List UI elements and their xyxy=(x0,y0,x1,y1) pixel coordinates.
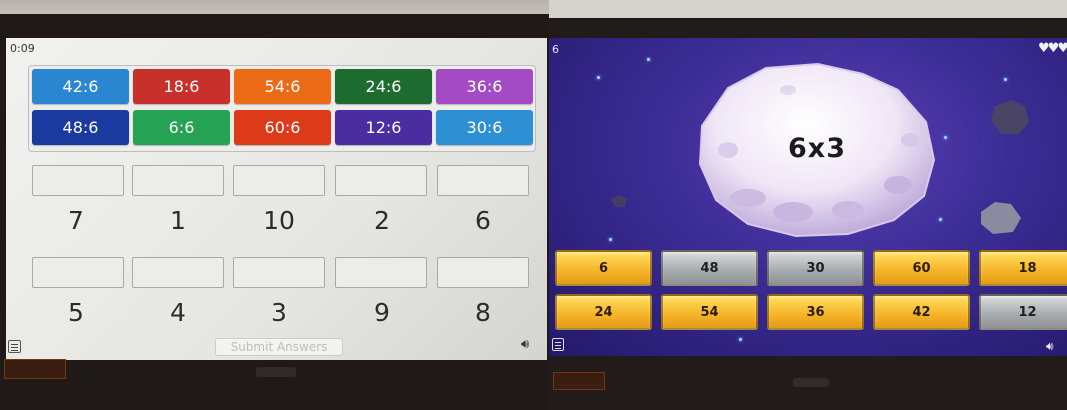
answer-number: 4 xyxy=(170,298,186,327)
photo-collage: 0:09 42:6 18:6 54:6 24:6 36:6 48:6 6:6 6… xyxy=(0,0,1067,410)
drop-slot[interactable] xyxy=(32,257,124,288)
answer-tile[interactable]: 42 xyxy=(873,294,970,330)
drop-slot[interactable] xyxy=(32,165,124,196)
drop-slot[interactable] xyxy=(437,165,529,196)
rock xyxy=(611,195,627,207)
left-laptop: 0:09 42:6 18:6 54:6 24:6 36:6 48:6 6:6 6… xyxy=(0,14,549,410)
card[interactable]: 48:6 xyxy=(32,110,129,145)
answer-tile[interactable]: 6 xyxy=(555,250,652,286)
star xyxy=(597,76,600,79)
rock xyxy=(981,202,1021,234)
drop-slot[interactable] xyxy=(132,165,224,196)
answer-number: 10 xyxy=(263,206,295,235)
laptop-logo xyxy=(793,378,829,387)
speaker-icon[interactable]: 🔊︎ xyxy=(1046,339,1054,354)
answer-tile[interactable]: 18 xyxy=(979,250,1067,286)
answer-tile[interactable]: 54 xyxy=(661,294,758,330)
right-laptop: 6 ♥♥♥ 6x3 6 48 30 60 18 24 54 36 42 12 🔊… xyxy=(549,0,1067,410)
rock xyxy=(991,100,1029,134)
background-wall xyxy=(549,0,1067,18)
card[interactable]: 30:6 xyxy=(436,110,533,145)
card[interactable]: 54:6 xyxy=(234,69,331,104)
lives-hearts-icon: ♥♥♥ xyxy=(1038,41,1067,56)
space-game-screen: 6 ♥♥♥ 6x3 6 48 30 60 18 24 54 36 42 12 🔊… xyxy=(549,38,1067,356)
laptop-logo xyxy=(256,367,296,377)
submit-answers-button[interactable]: Submit Answers xyxy=(215,338,343,356)
timer: 0:09 xyxy=(10,42,35,55)
drop-slot[interactable] xyxy=(335,165,427,196)
speaker-icon[interactable]: 🔊︎ xyxy=(521,337,529,352)
answer-number: 2 xyxy=(374,206,390,235)
card[interactable]: 6:6 xyxy=(133,110,230,145)
laptop-sticker xyxy=(4,359,66,379)
answer-number: 5 xyxy=(68,298,84,327)
menu-icon[interactable] xyxy=(552,338,564,351)
card[interactable]: 60:6 xyxy=(234,110,331,145)
drop-slot[interactable] xyxy=(233,165,325,196)
star xyxy=(609,238,612,241)
answer-tile[interactable]: 30 xyxy=(767,250,864,286)
question-text: 6x3 xyxy=(788,133,846,164)
card[interactable]: 42:6 xyxy=(32,69,129,104)
star xyxy=(647,58,650,61)
answer-tile[interactable]: 24 xyxy=(555,294,652,330)
card-board: 42:6 18:6 54:6 24:6 36:6 48:6 6:6 60:6 1… xyxy=(28,65,536,152)
answer-number: 8 xyxy=(475,298,491,327)
drop-slot[interactable] xyxy=(132,257,224,288)
answer-number: 3 xyxy=(271,298,287,327)
answer-number: 1 xyxy=(170,206,186,235)
drop-slot[interactable] xyxy=(233,257,325,288)
answer-tile[interactable]: 36 xyxy=(767,294,864,330)
star xyxy=(739,338,742,341)
laptop-sticker xyxy=(553,372,605,390)
card[interactable]: 36:6 xyxy=(436,69,533,104)
answer-number: 9 xyxy=(374,298,390,327)
card[interactable]: 18:6 xyxy=(133,69,230,104)
score-counter: 6 xyxy=(552,43,559,56)
drop-slot[interactable] xyxy=(335,257,427,288)
star xyxy=(1004,78,1007,81)
answer-tile[interactable]: 48 xyxy=(661,250,758,286)
drop-slot[interactable] xyxy=(437,257,529,288)
answer-number: 6 xyxy=(475,206,491,235)
answer-tile[interactable]: 12 xyxy=(979,294,1067,330)
answer-tile[interactable]: 60 xyxy=(873,250,970,286)
card[interactable]: 12:6 xyxy=(335,110,432,145)
menu-icon[interactable] xyxy=(8,340,21,353)
answer-number: 7 xyxy=(68,206,84,235)
matchup-game-screen: 0:09 42:6 18:6 54:6 24:6 36:6 48:6 6:6 6… xyxy=(6,38,547,360)
star xyxy=(944,136,947,139)
card[interactable]: 24:6 xyxy=(335,69,432,104)
